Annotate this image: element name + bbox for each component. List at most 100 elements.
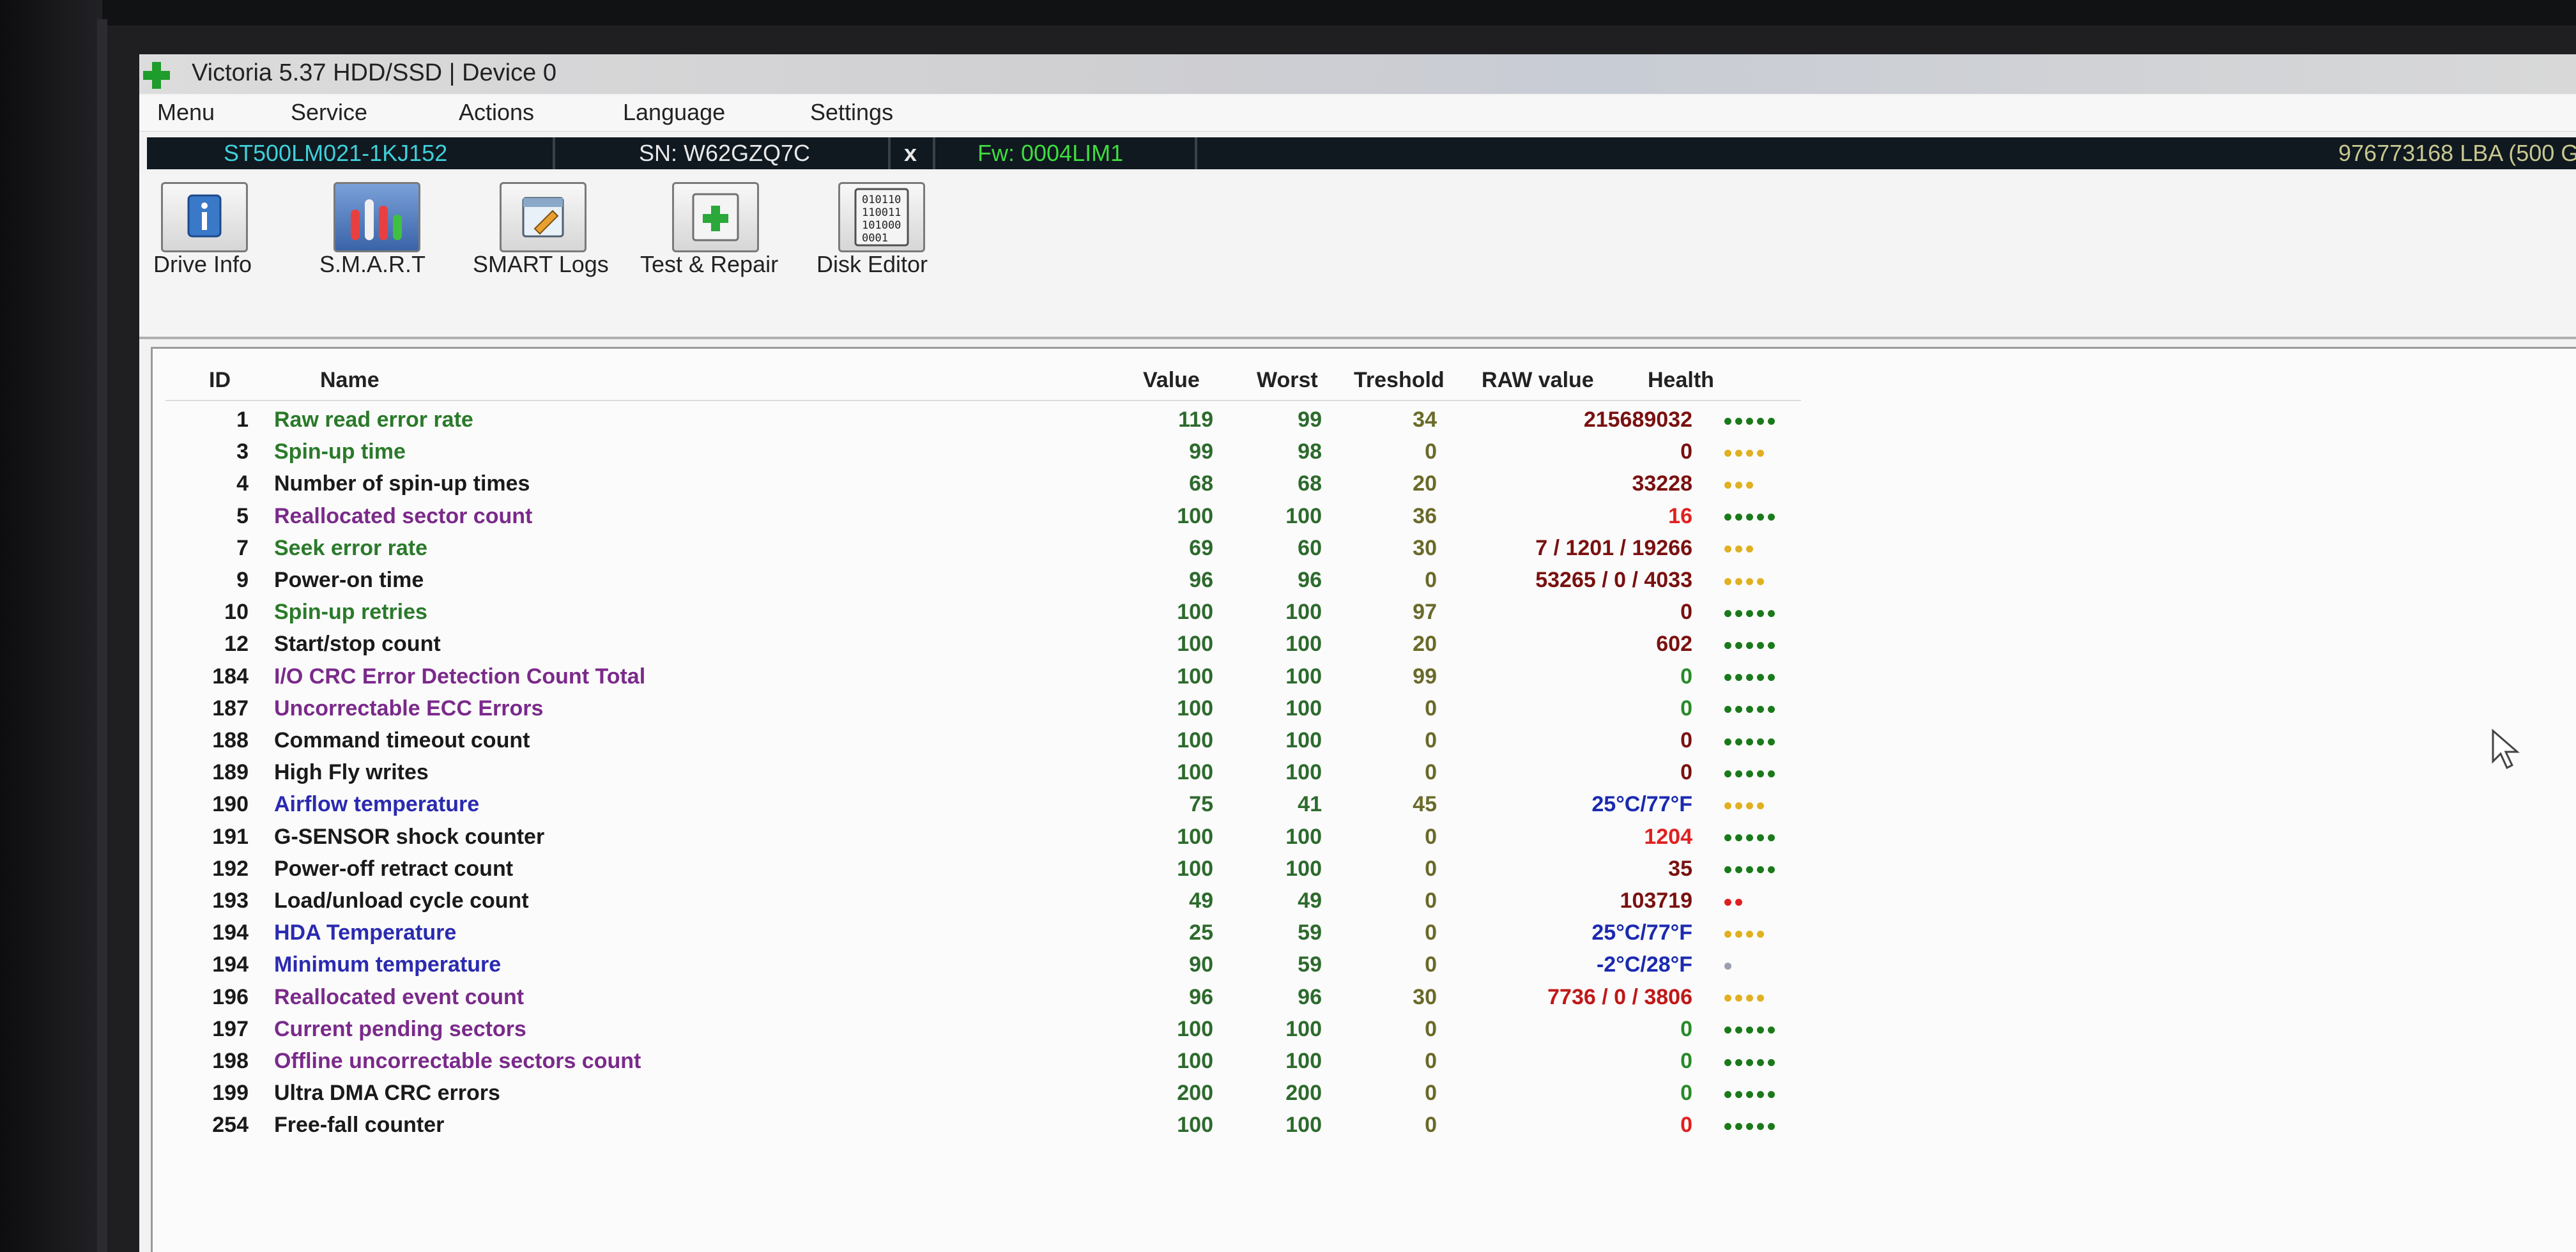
column-header-raw[interactable]: RAW value <box>1482 368 1594 393</box>
health-dot-icon <box>1735 417 1742 425</box>
table-row[interactable]: 187 Uncorrectable ECC Errors 100 100 0 0 <box>153 696 1878 728</box>
title-bar[interactable]: Victoria 5.37 HDD/SSD | Device 0 <box>139 54 2576 94</box>
smart-attr-raw: 0 <box>1680 664 1692 689</box>
smart-attr-raw: 35 <box>1668 856 1692 881</box>
smart-logs-button[interactable]: SMART Logs <box>473 182 620 330</box>
smart-attr-threshold: 30 <box>1413 535 1437 560</box>
smart-attr-value: 100 <box>1177 1113 1213 1138</box>
disk-editor-button[interactable]: 010110 110011 101000 0001 Disk Editor <box>816 182 957 330</box>
health-dot-icon <box>1746 1027 1753 1034</box>
table-row[interactable]: 12 Start/stop count 100 100 20 602 <box>153 632 1878 664</box>
menu-item-settings[interactable]: Settings <box>810 99 893 126</box>
table-row[interactable]: 194 Minimum temperature 90 59 0 -2°C/28°F <box>153 952 1878 984</box>
smart-attr-worst: 41 <box>1298 792 1322 817</box>
smart-attr-threshold: 0 <box>1425 1049 1437 1073</box>
menu-item-service[interactable]: Service <box>291 99 367 126</box>
tool-label: Drive Info <box>153 251 252 277</box>
table-row[interactable]: 1 Raw read error rate 119 99 34 215689032 <box>153 408 1878 439</box>
column-header-value[interactable]: Value <box>1143 368 1200 393</box>
health-dot-icon <box>1735 770 1742 777</box>
health-dot-icon <box>1746 609 1753 617</box>
smart-attr-value: 100 <box>1177 696 1213 721</box>
smart-attr-raw: -2°C/28°F <box>1596 952 1692 977</box>
table-row[interactable]: 190 Airflow temperature 75 41 45 25°C/77°F <box>153 792 1878 824</box>
monitor-bezel-left <box>0 0 102 1252</box>
health-dot-icon <box>1724 834 1731 842</box>
column-header-health[interactable]: Health <box>1648 368 1714 393</box>
toolbar: Drive Info S.M.A.R.T SMART Logs Test & R… <box>139 173 2576 339</box>
smart-attr-worst: 100 <box>1285 600 1322 625</box>
table-row[interactable]: 197 Current pending sectors 100 100 0 0 <box>153 1017 1878 1049</box>
smart-attr-id: 4 <box>236 471 249 496</box>
drive-serial: SN: W62GZQ7C <box>639 140 811 166</box>
column-header-id[interactable]: ID <box>209 368 231 393</box>
table-row[interactable]: 3 Spin-up time 99 98 0 0 <box>153 439 1878 471</box>
table-row[interactable]: 4 Number of spin-up times 68 68 20 33228 <box>153 471 1878 503</box>
smart-attr-id: 5 <box>236 503 249 528</box>
health-dot-icon <box>1768 738 1775 745</box>
table-row[interactable]: 254 Free-fall counter 100 100 0 0 <box>153 1113 1878 1145</box>
health-dot-icon <box>1735 674 1742 682</box>
table-row[interactable]: 192 Power-off retract count 100 100 0 35 <box>153 857 1878 889</box>
smart-attr-name: HDA Temperature <box>274 920 457 945</box>
drive-info-button[interactable]: Drive Info <box>153 182 268 330</box>
smart-chart-icon <box>334 182 420 252</box>
smart-attr-raw: 0 <box>1680 600 1692 625</box>
smart-attr-threshold: 36 <box>1413 503 1437 528</box>
menu-item-menu[interactable]: Menu <box>157 99 215 126</box>
health-dot-icon <box>1757 995 1764 1002</box>
smart-attr-threshold: 0 <box>1425 1016 1437 1041</box>
smart-attr-worst: 100 <box>1285 1016 1322 1041</box>
svg-text:0001: 0001 <box>862 232 888 245</box>
table-row[interactable]: 184 I/O CRC Error Detection Count Total 10… <box>153 664 1878 696</box>
health-dot-icon <box>1735 866 1742 874</box>
health-dot-icon <box>1746 514 1753 521</box>
table-row[interactable]: 188 Command timeout count 100 100 0 0 <box>153 728 1878 760</box>
menu-item-language[interactable]: Language <box>623 99 725 126</box>
health-dot-icon <box>1757 577 1764 585</box>
table-row[interactable]: 191 G-SENSOR shock counter 100 100 0 1204 <box>153 825 1878 857</box>
device-info-bar[interactable]: ST500LM021-1KJ152 SN: W62GZQ7C x Fw: 000… <box>147 137 2576 169</box>
health-indicator <box>1724 728 1820 753</box>
smart-attr-value: 100 <box>1177 856 1213 881</box>
table-row[interactable]: 10 Spin-up retries 100 100 97 0 <box>153 600 1878 632</box>
smart-attr-worst: 100 <box>1285 1049 1322 1073</box>
health-indicator <box>1724 952 1820 977</box>
table-row[interactable]: 189 High Fly writes 100 100 0 0 <box>153 760 1878 792</box>
smart-attr-id: 194 <box>212 952 249 977</box>
health-dot-icon <box>1724 1058 1731 1066</box>
health-dot-icon <box>1724 546 1731 553</box>
column-header-worst[interactable]: Worst <box>1257 368 1318 393</box>
smart-attr-worst: 99 <box>1298 408 1322 432</box>
smart-attr-value: 100 <box>1177 632 1213 657</box>
table-row[interactable]: 9 Power-on time 96 96 0 53265 / 0 / 4033 <box>153 568 1878 600</box>
smart-attr-raw: 0 <box>1680 760 1692 785</box>
table-row[interactable]: 194 HDA Temperature 25 59 0 25°C/77°F <box>153 920 1878 952</box>
health-dot-icon <box>1724 962 1731 970</box>
smart-button[interactable]: S.M.A.R.T <box>319 182 447 330</box>
test-repair-button[interactable]: Test & Repair <box>640 182 793 330</box>
smart-attr-worst: 59 <box>1298 952 1322 977</box>
drive-model[interactable]: ST500LM021-1KJ152 <box>224 140 447 167</box>
table-row[interactable]: 5 Reallocated sector count 100 100 36 16 <box>153 504 1878 536</box>
health-indicator <box>1724 504 1820 529</box>
table-row[interactable]: 193 Load/unload cycle count 49 49 0 103719 <box>153 889 1878 920</box>
table-row[interactable]: 199 Ultra DMA CRC errors 200 200 0 0 <box>153 1081 1878 1113</box>
smart-attr-value: 100 <box>1177 728 1213 752</box>
close-device-button[interactable]: x <box>904 140 917 167</box>
window-title: Victoria 5.37 HDD/SSD | Device 0 <box>192 59 556 86</box>
health-dot-icon <box>1735 449 1742 457</box>
health-indicator <box>1724 664 1820 689</box>
smart-attr-worst: 68 <box>1298 471 1322 496</box>
table-row[interactable]: 7 Seek error rate 69 60 30 7 / 1201 / 19266 <box>153 536 1878 568</box>
column-header-name[interactable]: Name <box>320 368 379 393</box>
menu-item-actions[interactable]: Actions <box>459 99 534 126</box>
column-header-threshold[interactable]: Treshold <box>1354 368 1445 393</box>
smart-attr-id: 189 <box>212 760 249 785</box>
smart-attr-raw: 0 <box>1680 439 1692 464</box>
table-row[interactable]: 196 Reallocated event count 96 96 30 7736 / 0… <box>153 985 1878 1017</box>
health-indicator <box>1724 857 1820 882</box>
smart-attr-name: Uncorrectable ECC Errors <box>274 696 544 721</box>
table-row[interactable]: 198 Offline uncorrectable sectors count 10… <box>153 1049 1878 1081</box>
health-dot-icon <box>1735 706 1742 714</box>
